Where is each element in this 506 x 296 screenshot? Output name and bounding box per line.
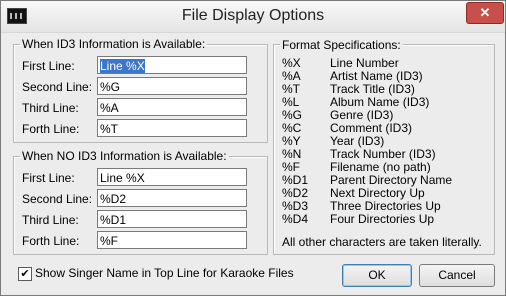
title-bar[interactable]: File Display Options ✕ [1, 1, 505, 33]
id3-third-line-field[interactable]: %A [97, 98, 247, 116]
noid3-group: When NO ID3 Information is Available: Fi… [13, 149, 268, 255]
noid3-first-line-label: First Line: [22, 171, 75, 185]
noid3-third-line-field[interactable]: %D1 [97, 210, 247, 228]
id3-first-line-field[interactable]: Line %X [97, 56, 247, 74]
id3-group: When ID3 Information is Available: First… [13, 37, 268, 143]
noid3-first-line-field[interactable]: Line %X [97, 168, 247, 186]
format-spec-group: Format Specifications: %X Line Number %A A… [273, 38, 495, 255]
id3-forth-line-label: Forth Line: [22, 122, 80, 136]
id3-first-line-label: First Line: [22, 59, 75, 73]
close-button[interactable]: ✕ [466, 2, 504, 24]
format-spec-title: Format Specifications: [280, 38, 403, 52]
noid3-second-line-field[interactable]: %D2 [97, 189, 247, 207]
karaoke-checkbox[interactable]: ✔ [18, 267, 32, 281]
noid3-second-line-label: Second Line: [22, 192, 93, 206]
dialog-window: File Display Options ✕ When ID3 Informat… [0, 0, 506, 296]
id3-forth-line-field[interactable]: %T [97, 119, 247, 137]
id3-third-line-label: Third Line: [22, 101, 79, 115]
noid3-forth-line-field[interactable]: %F [97, 231, 247, 249]
noid3-third-line-label: Third Line: [22, 213, 79, 227]
id3-group-title: When ID3 Information is Available: [20, 37, 208, 51]
format-spec-note: All other characters are taken literally… [282, 235, 482, 249]
ok-button[interactable]: OK [342, 264, 412, 287]
cancel-button[interactable]: Cancel [419, 264, 495, 287]
noid3-group-title: When NO ID3 Information is Available: [20, 149, 229, 163]
id3-second-line-label: Second Line: [22, 80, 93, 94]
window-title: File Display Options [181, 7, 325, 24]
karaoke-checkbox-label[interactable]: Show Singer Name in Top Line for Karaoke… [35, 266, 294, 280]
id3-second-line-field[interactable]: %G [97, 77, 247, 95]
noid3-forth-line-label: Forth Line: [22, 234, 80, 248]
